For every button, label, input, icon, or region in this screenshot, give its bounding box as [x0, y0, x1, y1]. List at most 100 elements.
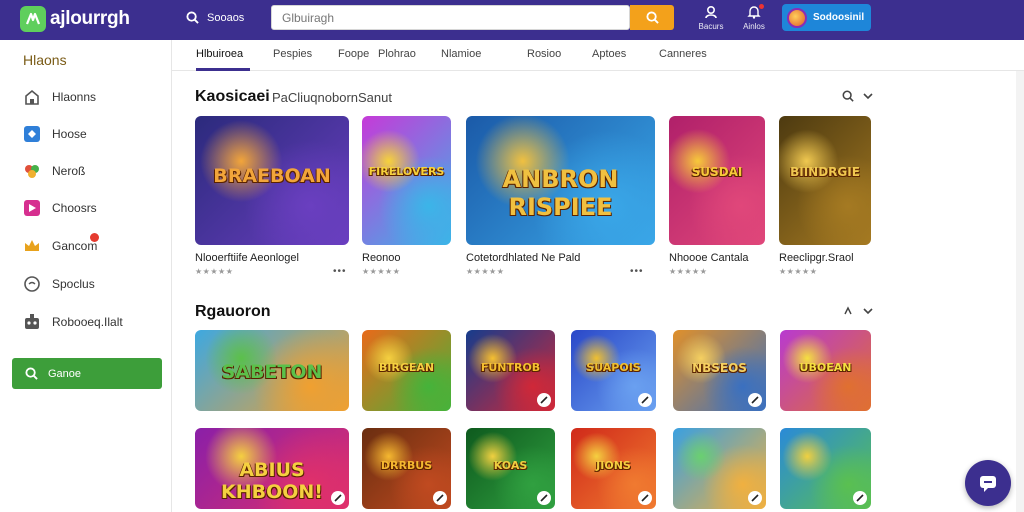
more-options-icon[interactable]: •••: [333, 266, 347, 277]
app-logo[interactable]: ajlourrgh: [20, 6, 130, 32]
section-title: Rgauoron: [195, 303, 271, 320]
controller-pink-icon: [22, 198, 42, 218]
search-icon: [186, 11, 199, 24]
sidebar-item-5[interactable]: Spoclus: [22, 273, 95, 295]
game-card[interactable]: BIRGEAN: [362, 330, 451, 411]
sidebar-item-label: Robooeq.Ilalt: [52, 315, 123, 329]
tab-6[interactable]: Aptoes: [592, 48, 626, 60]
game-rating: ★★★★★: [466, 267, 505, 276]
play-icon: [748, 393, 762, 407]
game-art-title: JIONS: [596, 459, 631, 472]
tab-0[interactable]: Hlbuiroea: [196, 48, 243, 60]
puzzle-icon: [22, 124, 42, 144]
notifications-button[interactable]: Ainlos: [734, 4, 774, 31]
game-card[interactable]: SUSDAI: [669, 116, 765, 245]
game-title[interactable]: Reonoo: [362, 252, 401, 264]
sidebar-search-label: Ganoe: [48, 367, 82, 380]
tab-7[interactable]: Canneres: [659, 48, 707, 60]
game-rating: ★★★★★: [195, 267, 234, 276]
game-art-title: FIRELOVERS: [368, 165, 445, 178]
search-button[interactable]: [630, 5, 674, 30]
game-art-title: BRAEBOAN: [213, 165, 331, 187]
sidebar-item-1[interactable]: Hoose: [22, 123, 87, 145]
tab-5[interactable]: Rosioo: [527, 48, 561, 60]
game-card[interactable]: DRRBUS: [362, 428, 451, 509]
controller-icon: [22, 87, 42, 107]
game-card[interactable]: [673, 428, 766, 509]
sidebar-item-label: Spoclus: [52, 277, 95, 291]
sort-icon[interactable]: [842, 305, 854, 317]
active-tab-indicator: [196, 68, 250, 71]
search-icon: [645, 11, 659, 24]
search-icon[interactable]: [842, 90, 854, 102]
game-art-title: SUSDAI: [691, 165, 743, 179]
account-button[interactable]: Sodoosinil: [782, 4, 871, 31]
sidebar: Hlaons Hlaonns Hoose Neroß Choosrs Ganco…: [0, 40, 172, 512]
game-art-title: UBOEAN: [799, 361, 852, 374]
sidebar-item-0[interactable]: Hlaonns: [22, 86, 96, 108]
play-icon: [638, 393, 652, 407]
alerts-button[interactable]: Bacurs: [691, 5, 731, 31]
scrollbar[interactable]: [1016, 71, 1024, 512]
notifications-label: Ainlos: [743, 22, 765, 31]
logo-icon: [20, 6, 46, 32]
play-icon: [331, 491, 345, 505]
game-title[interactable]: Nhoooe Cantala: [669, 252, 749, 264]
search-label[interactable]: Sooaos: [186, 11, 244, 24]
search-input[interactable]: Glbuiragh: [271, 5, 630, 30]
game-card[interactable]: NBSEOS: [673, 330, 766, 411]
game-art-title: FUNTROB: [480, 361, 541, 374]
game-art-title: SABETON: [221, 361, 323, 383]
game-card[interactable]: SABETON: [195, 330, 349, 411]
game-title[interactable]: Nlooerftiife Aeonlogel: [195, 252, 299, 264]
tab-3[interactable]: Plohrao: [378, 48, 416, 60]
sidebar-item-2[interactable]: Neroß: [22, 160, 85, 182]
game-card[interactable]: SUAPOIS: [571, 330, 656, 411]
play-icon: [537, 491, 551, 505]
leaf-icon: [22, 161, 42, 181]
more-options-icon[interactable]: •••: [630, 266, 644, 277]
game-title[interactable]: Reeclipgr.Sraol: [779, 252, 854, 264]
chevron-down-icon[interactable]: [862, 90, 874, 102]
section-tools: [842, 305, 874, 317]
game-card[interactable]: [780, 428, 871, 509]
game-art-title: BIINDRGIE: [790, 165, 860, 179]
game-rating: ★★★★★: [362, 267, 401, 276]
game-art-title: DRRBUS: [380, 459, 433, 472]
game-title[interactable]: Cotetordhlated Ne Pald: [466, 252, 580, 264]
game-card[interactable]: BIINDRGIE: [779, 116, 871, 245]
game-card[interactable]: BRAEBOAN: [195, 116, 349, 245]
sidebar-item-label: Hoose: [52, 127, 87, 141]
section-tools: [842, 90, 874, 102]
notification-badge: [759, 4, 764, 9]
game-card[interactable]: ABIUS KHBOON!: [195, 428, 349, 509]
game-art-title: SUAPOIS: [586, 361, 641, 374]
game-card[interactable]: JIONS: [571, 428, 656, 509]
chevron-down-icon[interactable]: [862, 305, 874, 317]
play-icon: [638, 491, 652, 505]
game-card[interactable]: KOAS: [466, 428, 555, 509]
sidebar-item-label: Neroß: [52, 164, 86, 178]
game-art-title: KOAS: [493, 459, 528, 472]
tab-2[interactable]: Foope: [338, 48, 369, 60]
game-card[interactable]: FIRELOVERS: [362, 116, 451, 245]
game-art-title: NBSEOS: [692, 361, 747, 375]
tab-4[interactable]: Nlamioe: [441, 48, 481, 60]
play-icon: [853, 491, 867, 505]
search-label-text: Sooaos: [207, 11, 245, 24]
sidebar-item-3[interactable]: Choosrs: [22, 197, 97, 219]
app-name: ajlourrgh: [50, 8, 130, 29]
crown-icon: [22, 236, 42, 256]
play-icon: [748, 491, 762, 505]
sidebar-search-button[interactable]: Ganoe: [12, 358, 162, 389]
game-card[interactable]: FUNTROB: [466, 330, 555, 411]
sidebar-item-6[interactable]: Robooeq.Ilalt: [22, 311, 123, 333]
game-card[interactable]: ANBRON RISPIEE: [466, 116, 655, 245]
tab-1[interactable]: Pespies: [273, 48, 312, 60]
chat-bubble-icon: [22, 274, 42, 294]
game-card[interactable]: UBOEAN: [780, 330, 871, 411]
sidebar-item-4[interactable]: Gancom: [22, 233, 99, 257]
category-tabs: Hlbuiroea Pespies Foope Plohrao Nlamioe …: [172, 40, 1024, 71]
play-icon: [537, 393, 551, 407]
chat-button[interactable]: [965, 460, 1011, 506]
